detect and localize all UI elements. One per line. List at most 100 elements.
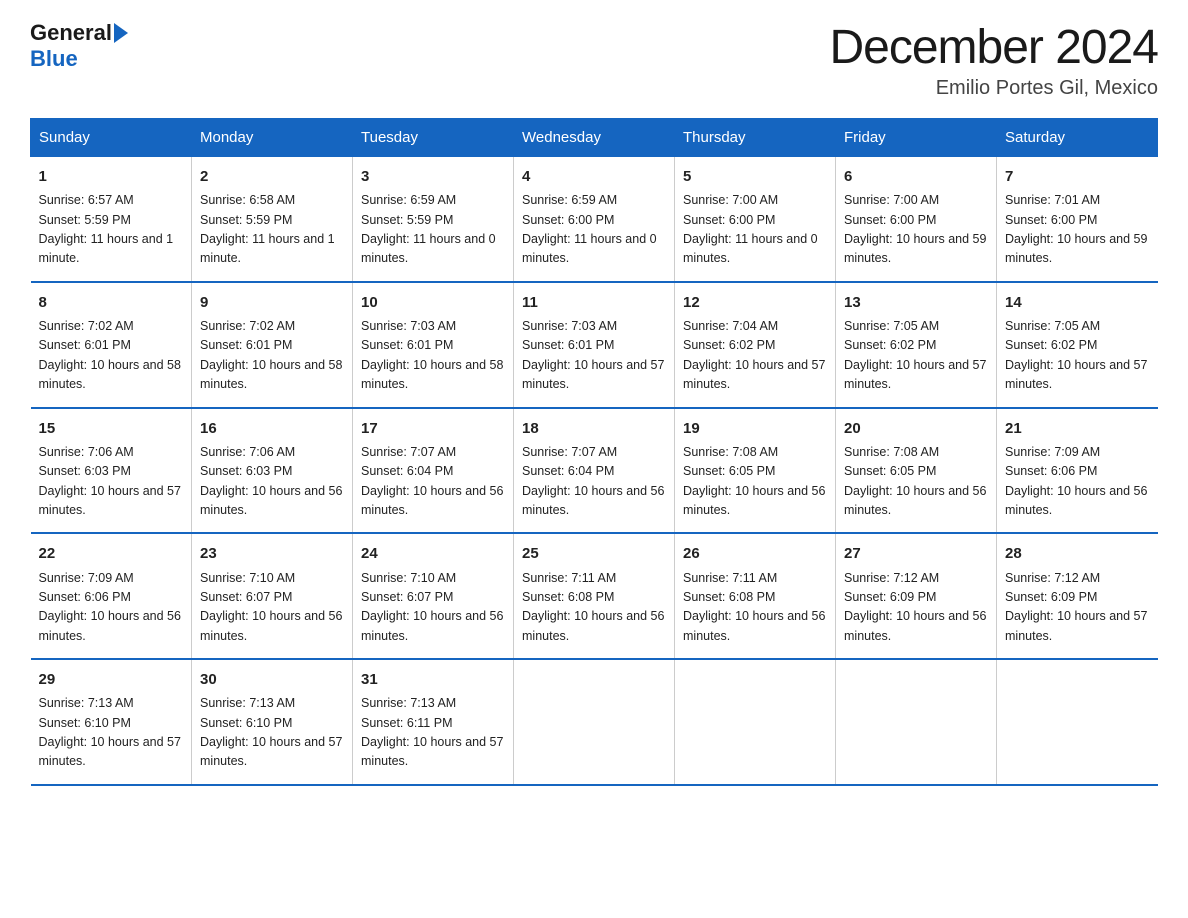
calendar-day-cell: 10 Sunrise: 7:03 AMSunset: 6:01 PMDaylig… <box>353 282 514 408</box>
calendar-day-cell: 27 Sunrise: 7:12 AMSunset: 6:09 PMDaylig… <box>836 533 997 659</box>
calendar-week-row: 8 Sunrise: 7:02 AMSunset: 6:01 PMDayligh… <box>31 282 1158 408</box>
day-number: 21 <box>1005 417 1150 440</box>
day-number: 18 <box>522 417 666 440</box>
calendar-day-cell: 13 Sunrise: 7:05 AMSunset: 6:02 PMDaylig… <box>836 282 997 408</box>
calendar-day-cell: 11 Sunrise: 7:03 AMSunset: 6:01 PMDaylig… <box>514 282 675 408</box>
month-title: December 2024 <box>829 20 1158 75</box>
calendar-header: Sunday Monday Tuesday Wednesday Thursday… <box>31 119 1158 157</box>
day-number: 2 <box>200 165 344 188</box>
calendar-day-cell: 6 Sunrise: 7:00 AMSunset: 6:00 PMDayligh… <box>836 157 997 282</box>
day-info: Sunrise: 7:05 AMSunset: 6:02 PMDaylight:… <box>1005 319 1147 391</box>
day-number: 13 <box>844 291 988 314</box>
calendar-day-cell: 20 Sunrise: 7:08 AMSunset: 6:05 PMDaylig… <box>836 408 997 534</box>
header-tuesday: Tuesday <box>353 119 514 157</box>
day-number: 3 <box>361 165 505 188</box>
day-info: Sunrise: 7:03 AMSunset: 6:01 PMDaylight:… <box>361 319 503 391</box>
day-number: 7 <box>1005 165 1150 188</box>
calendar-day-cell: 22 Sunrise: 7:09 AMSunset: 6:06 PMDaylig… <box>31 533 192 659</box>
calendar-day-cell: 15 Sunrise: 7:06 AMSunset: 6:03 PMDaylig… <box>31 408 192 534</box>
calendar-day-cell: 25 Sunrise: 7:11 AMSunset: 6:08 PMDaylig… <box>514 533 675 659</box>
day-info: Sunrise: 7:12 AMSunset: 6:09 PMDaylight:… <box>1005 571 1147 643</box>
day-number: 25 <box>522 542 666 565</box>
day-number: 29 <box>39 668 184 691</box>
weekday-header-row: Sunday Monday Tuesday Wednesday Thursday… <box>31 119 1158 157</box>
day-number: 14 <box>1005 291 1150 314</box>
day-info: Sunrise: 7:06 AMSunset: 6:03 PMDaylight:… <box>200 445 342 517</box>
header-wednesday: Wednesday <box>514 119 675 157</box>
day-info: Sunrise: 7:11 AMSunset: 6:08 PMDaylight:… <box>522 571 664 643</box>
day-number: 6 <box>844 165 988 188</box>
calendar-day-cell: 9 Sunrise: 7:02 AMSunset: 6:01 PMDayligh… <box>192 282 353 408</box>
day-info: Sunrise: 7:09 AMSunset: 6:06 PMDaylight:… <box>39 571 181 643</box>
calendar-week-row: 22 Sunrise: 7:09 AMSunset: 6:06 PMDaylig… <box>31 533 1158 659</box>
day-number: 5 <box>683 165 827 188</box>
day-info: Sunrise: 7:12 AMSunset: 6:09 PMDaylight:… <box>844 571 986 643</box>
calendar-week-row: 29 Sunrise: 7:13 AMSunset: 6:10 PMDaylig… <box>31 659 1158 785</box>
day-number: 30 <box>200 668 344 691</box>
day-info: Sunrise: 7:01 AMSunset: 6:00 PMDaylight:… <box>1005 193 1147 265</box>
calendar-day-cell: 5 Sunrise: 7:00 AMSunset: 6:00 PMDayligh… <box>675 157 836 282</box>
calendar-day-cell: 19 Sunrise: 7:08 AMSunset: 6:05 PMDaylig… <box>675 408 836 534</box>
header-thursday: Thursday <box>675 119 836 157</box>
day-info: Sunrise: 6:58 AMSunset: 5:59 PMDaylight:… <box>200 193 335 265</box>
logo-general-text: General <box>30 20 112 45</box>
day-info: Sunrise: 7:05 AMSunset: 6:02 PMDaylight:… <box>844 319 986 391</box>
day-number: 17 <box>361 417 505 440</box>
day-info: Sunrise: 7:00 AMSunset: 6:00 PMDaylight:… <box>683 193 818 265</box>
day-info: Sunrise: 6:59 AMSunset: 5:59 PMDaylight:… <box>361 193 496 265</box>
day-info: Sunrise: 7:09 AMSunset: 6:06 PMDaylight:… <box>1005 445 1147 517</box>
day-info: Sunrise: 7:02 AMSunset: 6:01 PMDaylight:… <box>39 319 181 391</box>
day-info: Sunrise: 7:06 AMSunset: 6:03 PMDaylight:… <box>39 445 181 517</box>
day-number: 10 <box>361 291 505 314</box>
day-info: Sunrise: 6:57 AMSunset: 5:59 PMDaylight:… <box>39 193 174 265</box>
header-friday: Friday <box>836 119 997 157</box>
day-number: 4 <box>522 165 666 188</box>
day-number: 23 <box>200 542 344 565</box>
logo-blue-text: Blue <box>30 46 78 71</box>
header-saturday: Saturday <box>997 119 1158 157</box>
day-number: 20 <box>844 417 988 440</box>
calendar-day-cell: 4 Sunrise: 6:59 AMSunset: 6:00 PMDayligh… <box>514 157 675 282</box>
calendar-day-cell: 18 Sunrise: 7:07 AMSunset: 6:04 PMDaylig… <box>514 408 675 534</box>
day-info: Sunrise: 6:59 AMSunset: 6:00 PMDaylight:… <box>522 193 657 265</box>
calendar-day-cell: 21 Sunrise: 7:09 AMSunset: 6:06 PMDaylig… <box>997 408 1158 534</box>
calendar-day-cell: 1 Sunrise: 6:57 AMSunset: 5:59 PMDayligh… <box>31 157 192 282</box>
day-number: 22 <box>39 542 184 565</box>
day-info: Sunrise: 7:00 AMSunset: 6:00 PMDaylight:… <box>844 193 986 265</box>
day-info: Sunrise: 7:03 AMSunset: 6:01 PMDaylight:… <box>522 319 664 391</box>
location-title: Emilio Portes Gil, Mexico <box>829 77 1158 100</box>
day-number: 27 <box>844 542 988 565</box>
calendar-day-cell <box>836 659 997 785</box>
day-info: Sunrise: 7:07 AMSunset: 6:04 PMDaylight:… <box>522 445 664 517</box>
header-monday: Monday <box>192 119 353 157</box>
calendar-table: Sunday Monday Tuesday Wednesday Thursday… <box>30 118 1158 786</box>
day-number: 31 <box>361 668 505 691</box>
calendar-day-cell: 30 Sunrise: 7:13 AMSunset: 6:10 PMDaylig… <box>192 659 353 785</box>
calendar-body: 1 Sunrise: 6:57 AMSunset: 5:59 PMDayligh… <box>31 157 1158 785</box>
calendar-day-cell <box>997 659 1158 785</box>
day-info: Sunrise: 7:13 AMSunset: 6:10 PMDaylight:… <box>200 696 342 768</box>
calendar-day-cell: 2 Sunrise: 6:58 AMSunset: 5:59 PMDayligh… <box>192 157 353 282</box>
calendar-day-cell: 28 Sunrise: 7:12 AMSunset: 6:09 PMDaylig… <box>997 533 1158 659</box>
day-number: 11 <box>522 291 666 314</box>
calendar-day-cell: 31 Sunrise: 7:13 AMSunset: 6:11 PMDaylig… <box>353 659 514 785</box>
day-number: 9 <box>200 291 344 314</box>
day-info: Sunrise: 7:08 AMSunset: 6:05 PMDaylight:… <box>844 445 986 517</box>
header-sunday: Sunday <box>31 119 192 157</box>
day-info: Sunrise: 7:11 AMSunset: 6:08 PMDaylight:… <box>683 571 825 643</box>
day-info: Sunrise: 7:07 AMSunset: 6:04 PMDaylight:… <box>361 445 503 517</box>
calendar-day-cell <box>675 659 836 785</box>
calendar-day-cell: 3 Sunrise: 6:59 AMSunset: 5:59 PMDayligh… <box>353 157 514 282</box>
calendar-day-cell <box>514 659 675 785</box>
day-number: 15 <box>39 417 184 440</box>
day-info: Sunrise: 7:10 AMSunset: 6:07 PMDaylight:… <box>200 571 342 643</box>
logo: General Blue <box>30 20 128 73</box>
calendar-day-cell: 24 Sunrise: 7:10 AMSunset: 6:07 PMDaylig… <box>353 533 514 659</box>
day-number: 1 <box>39 165 184 188</box>
day-info: Sunrise: 7:10 AMSunset: 6:07 PMDaylight:… <box>361 571 503 643</box>
day-info: Sunrise: 7:13 AMSunset: 6:11 PMDaylight:… <box>361 696 503 768</box>
calendar-week-row: 15 Sunrise: 7:06 AMSunset: 6:03 PMDaylig… <box>31 408 1158 534</box>
day-number: 12 <box>683 291 827 314</box>
day-number: 28 <box>1005 542 1150 565</box>
calendar-day-cell: 23 Sunrise: 7:10 AMSunset: 6:07 PMDaylig… <box>192 533 353 659</box>
